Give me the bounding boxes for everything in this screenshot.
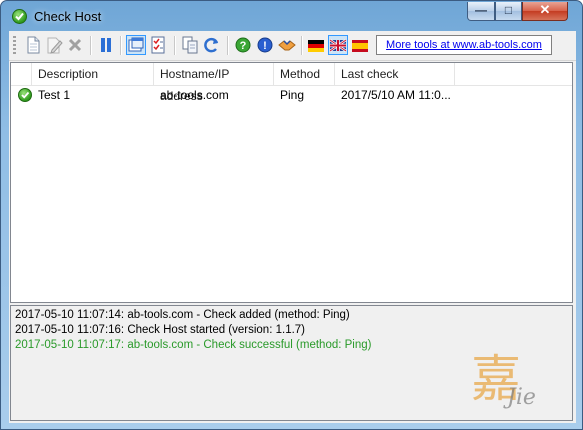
more-tools-link[interactable]: More tools at www.ab-tools.com [376, 35, 552, 55]
help-icon: ? [235, 37, 251, 53]
help-button[interactable]: ? [233, 35, 253, 55]
cell-last-check: 2017/5/10 AM 11:0... [341, 88, 451, 102]
check-list[interactable]: Description Hostname/IP address Method L… [10, 62, 573, 303]
window-frame: Check Host — □ ✕ ? ! More tools at www.a… [0, 0, 583, 430]
checklist-button[interactable] [148, 35, 168, 55]
language-german-button[interactable] [306, 35, 326, 55]
check-host-app-icon [12, 9, 27, 24]
cell-method: Ping [280, 88, 305, 102]
language-spanish-button[interactable] [350, 35, 370, 55]
window-title: Check Host [34, 9, 102, 24]
log-line: 2017-05-10 11:07:14: ab-tools.com - Chec… [15, 309, 350, 321]
new-check-button[interactable] [23, 35, 43, 55]
new-icon [27, 36, 40, 54]
checklist-icon [151, 36, 165, 54]
delete-check-button[interactable] [65, 35, 85, 55]
flag-uk-icon [329, 38, 347, 53]
toolbar-separator [90, 36, 92, 55]
donate-button[interactable] [277, 35, 297, 55]
toolbar-separator [301, 36, 303, 55]
minimize-button[interactable]: — [467, 2, 495, 21]
title-bar[interactable]: Check Host — □ ✕ [1, 1, 583, 31]
copy-icon [182, 36, 198, 54]
donate-icon [278, 40, 296, 51]
column-header-hostname[interactable]: Hostname/IP address [154, 63, 274, 103]
pause-button[interactable] [96, 35, 116, 55]
maximize-button[interactable]: □ [495, 2, 522, 21]
table-row[interactable]: Test 1 ab-tools.com Ping 2017/5/10 AM 11… [11, 85, 572, 105]
view-icon [128, 37, 144, 52]
toolbar-separator [174, 36, 176, 55]
column-header-method[interactable]: Method [274, 63, 335, 85]
info-button[interactable]: ! [255, 35, 275, 55]
column-header-description[interactable]: Description [32, 63, 154, 85]
toolbar-grip[interactable] [13, 36, 16, 55]
cell-description: Test 1 [38, 88, 71, 102]
log-line: 2017-05-10 11:07:16: Check Host started … [15, 324, 306, 336]
refresh-icon [204, 37, 219, 53]
column-header-status[interactable] [11, 63, 32, 85]
column-header-last-check[interactable]: Last check [335, 63, 455, 85]
delete-icon [68, 38, 82, 52]
close-button[interactable]: ✕ [522, 2, 568, 21]
svg-text:?: ? [240, 40, 247, 52]
toolbar: ? ! More tools at www.ab-tools.com [9, 31, 576, 61]
info-icon: ! [257, 37, 273, 53]
pause-icon [101, 38, 111, 52]
toolbar-separator [227, 36, 229, 55]
toolbar-separator [120, 36, 122, 55]
flag-spain-icon [352, 40, 368, 52]
view-mode-button[interactable] [126, 35, 146, 55]
refresh-button[interactable] [202, 35, 222, 55]
minimize-icon: — [475, 3, 487, 17]
cell-hostname: ab-tools.com [160, 88, 229, 102]
list-header: Description Hostname/IP address Method L… [11, 63, 572, 103]
edit-check-button[interactable] [44, 35, 64, 55]
maximize-icon: □ [504, 3, 513, 17]
status-ok-icon [18, 88, 32, 102]
flag-germany-icon [308, 40, 324, 52]
copy-button[interactable] [180, 35, 200, 55]
language-english-button[interactable] [328, 35, 348, 55]
watermark-signature: Jie [507, 385, 536, 410]
close-icon: ✕ [539, 2, 551, 17]
edit-icon [47, 37, 63, 54]
svg-text:!: ! [263, 40, 267, 52]
